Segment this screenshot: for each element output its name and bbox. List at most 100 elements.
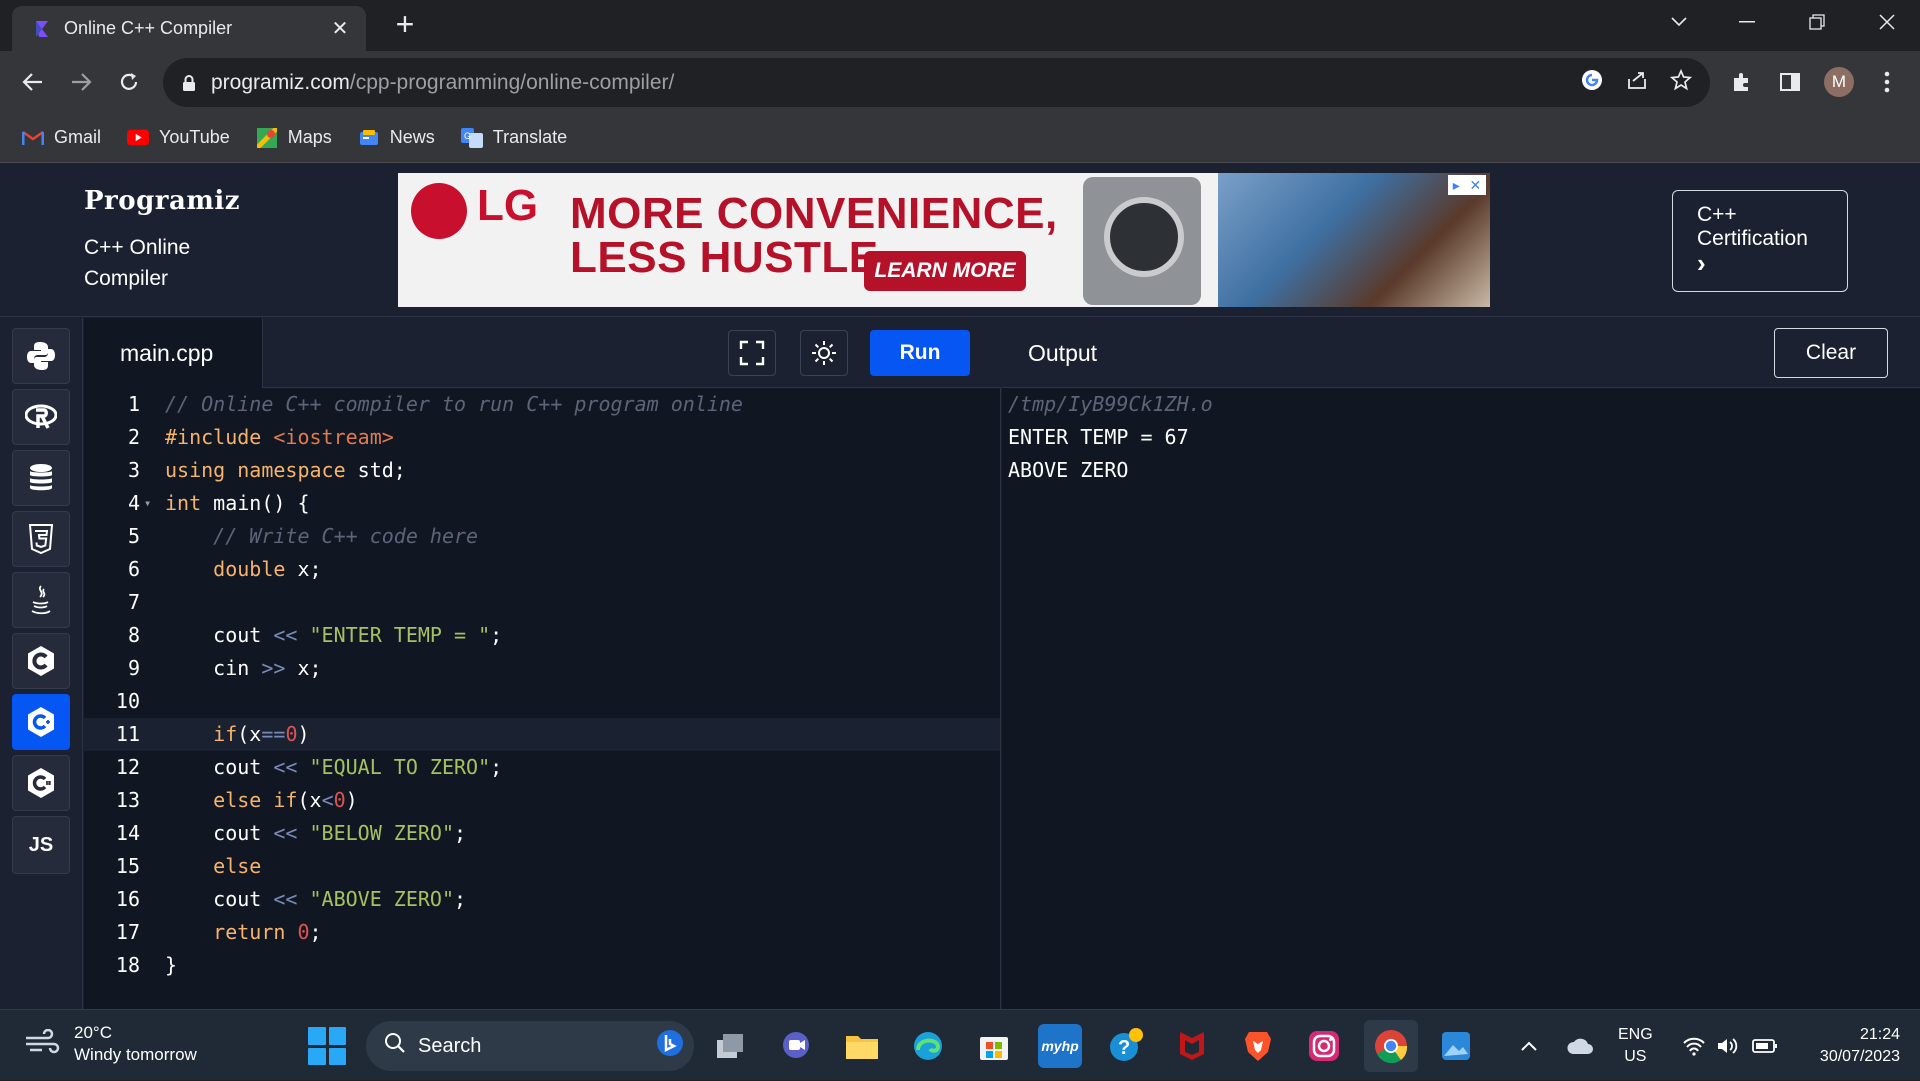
windy-weather-icon [24,1028,60,1060]
bookmark-youtube[interactable]: YouTube [127,127,230,148]
myhp-app-icon[interactable]: myhp [1038,1024,1082,1068]
mcafee-icon[interactable] [1170,1024,1214,1068]
file-tab-main-cpp[interactable]: main.cpp [84,318,263,388]
code-line: 12 cout << "EQUAL TO ZERO"; [115,755,503,779]
teams-chat-icon[interactable] [774,1024,818,1068]
back-icon[interactable] [14,63,52,101]
browser-tab[interactable]: Online C++ Compiler ✕ [12,6,366,51]
battery-icon[interactable] [1752,1010,1778,1081]
clear-output-button[interactable]: Clear [1774,328,1888,378]
ad-headline-1: MORE CONVENIENCE, [570,189,1058,238]
taskbar-search[interactable]: Search [366,1021,694,1071]
svg-text:?: ? [1118,1037,1130,1059]
news-icon [358,129,380,147]
javascript-language-icon[interactable]: JS [12,816,70,874]
bookmark-translate[interactable]: G Translate [460,127,567,148]
brave-browser-icon[interactable] [1236,1024,1280,1068]
url-host: programiz.com [211,70,350,94]
r-language-icon[interactable] [12,389,70,445]
forward-icon[interactable] [62,63,100,101]
code-editor[interactable]: 1// Online C++ compiler to run C++ progr… [84,388,1001,1009]
bookmark-gmail[interactable]: Gmail [22,127,101,148]
profile-avatar[interactable]: M [1820,63,1858,101]
microsoft-store-icon[interactable] [972,1024,1016,1068]
close-window-icon[interactable] [1862,0,1912,44]
programiz-logo[interactable]: Programiz [84,186,240,216]
address-bar[interactable]: programiz.com/cpp-programming/online-com… [163,58,1710,107]
python-language-icon[interactable] [12,328,70,384]
bookmark-maps[interactable]: Maps [256,127,332,148]
cpp-certification-button[interactable]: C++ Certification › [1672,190,1848,292]
ad-choices-icon[interactable]: ▸ ✕ [1448,175,1486,195]
volume-icon[interactable] [1716,1010,1740,1081]
code-line: 16 cout << "ABOVE ZERO"; [115,887,467,911]
browser-toolbar: programiz.com/cpp-programming/online-com… [0,51,1920,113]
page-header: Programiz C++ Online Compiler LG MORE CO… [0,164,1920,317]
programiz-page: Programiz C++ Online Compiler LG MORE CO… [0,164,1920,1009]
minimize-icon[interactable] [1722,0,1772,44]
output-line: ENTER TEMP = 67 [1008,425,1189,449]
wifi-icon[interactable] [1682,1010,1706,1081]
onedrive-cloud-icon[interactable] [1566,1010,1594,1081]
code-line: 18} [115,953,178,977]
code-line: 14 cout << "BELOW ZERO"; [115,821,467,845]
bing-icon[interactable] [656,1028,684,1064]
search-icon [384,1032,406,1060]
tab-title: Online C++ Compiler [64,18,233,38]
ad-learn-more-button[interactable]: LEARN MORE [864,251,1026,291]
get-help-icon[interactable]: ? [1104,1024,1148,1068]
code-line: 6 double x; [127,557,322,581]
fullscreen-icon[interactable] [728,330,776,376]
code-line: 9 cin >> x; [127,656,322,680]
extensions-icon[interactable] [1723,63,1761,101]
tab-close-icon[interactable]: ✕ [328,16,352,41]
windows-taskbar: 20°C Windy tomorrow Search myhp ? ENG US… [0,1009,1920,1080]
weather-temp: 20°C [74,1023,112,1042]
run-button[interactable]: Run [870,330,970,376]
html5-icon[interactable] [12,511,70,567]
edge-browser-icon[interactable] [906,1024,950,1068]
washer-door-image [1104,197,1184,277]
cpp-language-icon[interactable] [12,694,70,750]
c-language-icon[interactable] [12,633,70,689]
svg-text:G: G [464,131,471,141]
instagram-icon[interactable] [1302,1024,1346,1068]
bookmarks-bar: Gmail YouTube Maps News G Translate [0,113,1920,163]
chrome-menu-icon[interactable] [1868,63,1906,101]
system-clock[interactable]: 21:24 30/07/2023 [1800,1024,1900,1068]
share-icon[interactable] [1626,69,1648,96]
new-tab-icon[interactable]: + [390,8,420,42]
side-panel-icon[interactable] [1771,63,1809,101]
language-indicator[interactable]: ENG US [1618,1024,1653,1068]
theme-toggle-sun-icon[interactable] [800,330,848,376]
lg-advertisement[interactable]: LG MORE CONVENIENCE, LESS HUSTLE LEARN M… [398,173,1490,307]
code-line: 2 #include <iostream> [127,425,394,449]
weather-widget[interactable]: 20°C Windy tomorrow [24,1022,197,1066]
java-icon[interactable] [12,572,70,628]
google-lens-icon[interactable] [1580,68,1604,97]
page-subtitle: C++ Online Compiler [84,236,191,290]
reload-icon[interactable] [110,63,148,101]
file-explorer-icon[interactable] [840,1024,884,1068]
fold-arrow-icon[interactable]: ▾ [144,487,151,520]
search-placeholder: Search [418,1034,482,1057]
task-view-icon[interactable] [708,1024,752,1068]
lock-icon[interactable] [181,74,197,92]
output-console[interactable]: /tmp/IyB99Ck1ZH.o ENTER TEMP = 67 ABOVE … [1002,388,1920,1009]
restore-icon[interactable] [1792,0,1842,44]
editor-toolbar: main.cpp Run [84,318,1001,388]
output-path-line: /tmp/IyB99Ck1ZH.o [1008,392,1213,416]
chrome-taskbar-icon[interactable] [1364,1020,1418,1072]
photos-app-icon[interactable] [1434,1024,1478,1068]
sql-database-icon[interactable] [12,450,70,506]
csharp-language-icon[interactable] [12,755,70,811]
bookmark-star-icon[interactable] [1669,68,1693,96]
url-path: /cpp-programming/online-compiler/ [349,70,675,94]
tab-search-icon[interactable] [1654,0,1704,44]
bookmark-news[interactable]: News [358,127,435,148]
show-hidden-icons-chevron-up-icon[interactable] [1520,1010,1538,1081]
windows-start-icon[interactable] [308,1027,346,1065]
gmail-icon [22,129,44,147]
output-toolbar: Output Clear [1002,318,1920,388]
maps-icon [256,127,278,148]
